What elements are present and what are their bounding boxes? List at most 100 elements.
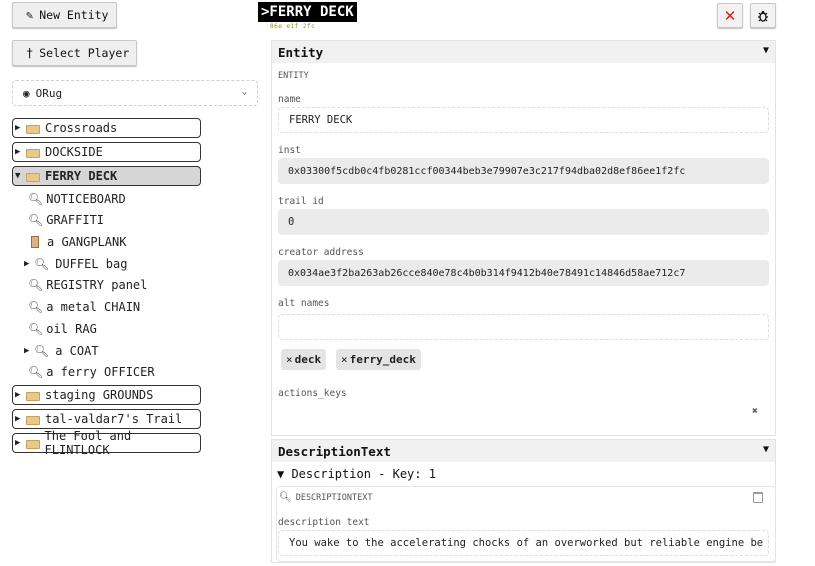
entity-panel-header[interactable]: Entity ▼	[272, 41, 775, 63]
clear-actions-icon[interactable]: ✖	[752, 406, 758, 417]
tree-item-label: DUFFEL bag	[55, 257, 128, 271]
tree-item-fool[interactable]: ▶ The Fool and FLINTLOCK	[12, 429, 201, 457]
tree-item-label: GRAFFITI	[46, 213, 105, 227]
player-select[interactable]: ◉ ORug ⌄	[12, 80, 258, 106]
description-text-field[interactable]: You wake to the accelerating chocks of a…	[278, 530, 769, 556]
tree-item-staging[interactable]: ▶ staging GROUNDS	[12, 385, 201, 405]
entity-section-label: ENTITY	[278, 71, 309, 81]
tree-item-dockside[interactable]: ▶ DOCKSIDE	[12, 142, 201, 162]
trail-id-value: 0	[288, 216, 295, 228]
new-entity-label: New Entity	[39, 8, 109, 22]
magnifier-icon: 🔍︎	[34, 257, 50, 271]
collapse-triangle-icon: ▼	[15, 171, 21, 181]
tree-item-rag[interactable]: 🔍︎ oil RAG	[28, 320, 97, 338]
chip-label: deck	[294, 353, 322, 366]
tree-item-label: NOTICEBOARD	[46, 192, 126, 206]
inst-field-value: 0x03300f5cdb0c4fb0281ccf00344beb3e79907e…	[288, 165, 686, 177]
tree-item-registry[interactable]: 🔍︎ REGISTRY panel	[28, 276, 147, 294]
door-icon	[31, 236, 39, 248]
description-text-value: You wake to the accelerating chocks of a…	[289, 537, 764, 549]
close-button[interactable]: ✕	[717, 3, 743, 28]
tree-item-label: a ferry OFFICER	[46, 365, 155, 379]
creator-address-value: 0x034ae3f2ba263ab26cce840e78c4b0b314f941…	[288, 267, 686, 279]
magnifier-icon: 🔍︎	[34, 344, 50, 358]
name-label: name	[278, 94, 301, 105]
bug-button[interactable]	[750, 3, 776, 28]
expand-triangle-icon: ▶	[24, 346, 30, 356]
description-panel-header[interactable]: DescriptionText ▼	[272, 440, 775, 462]
magnifier-icon: 🔍︎	[28, 213, 44, 227]
folder-icon	[26, 391, 40, 401]
tree-item-graffiti[interactable]: 🔍︎ GRAFFITI	[28, 211, 104, 229]
expand-triangle-icon: ▶	[15, 438, 21, 448]
tree-item-gangplank[interactable]: a GANGPLANK	[31, 233, 126, 251]
actions-keys-label: actions_keys	[278, 388, 347, 399]
close-icon: ✕	[723, 6, 737, 25]
tree-item-label: a COAT	[55, 344, 99, 358]
inst-label: inst	[278, 145, 301, 156]
chevron-down-icon: ⌄	[241, 87, 247, 97]
panel-title: Entity	[278, 44, 324, 60]
tree-item-label: DOCKSIDE	[45, 145, 103, 159]
description-section-row: 🔍︎ DESCRIPTIONTEXT	[279, 492, 372, 503]
description-section-label: DESCRIPTIONTEXT	[295, 492, 373, 503]
entity-panel: Entity ▼	[271, 40, 776, 436]
tree-item-coat[interactable]: ▶ 🔍︎ a COAT	[24, 342, 99, 360]
description-subheading[interactable]: ▼ Description - Key: 1	[277, 467, 436, 481]
folder-icon	[26, 148, 40, 158]
folder-icon	[26, 124, 40, 134]
trail-id-field: 0	[278, 209, 769, 235]
name-field[interactable]: FERRY DECK	[278, 107, 769, 133]
tree-item-label: FERRY DECK	[45, 169, 118, 183]
entity-id-badge: 86e e1f 2fc	[270, 23, 316, 30]
name-field-value: FERRY DECK	[289, 114, 353, 126]
trash-icon[interactable]	[753, 492, 763, 503]
new-entity-button[interactable]: ✎ New Entity	[12, 2, 117, 28]
bug-icon	[758, 10, 768, 22]
folder-icon	[26, 415, 40, 425]
expand-triangle-icon: ▶	[15, 390, 21, 400]
chip-label: ferry_deck	[349, 353, 416, 366]
tree-item-label: Crossroads	[45, 121, 118, 135]
magnifier-icon: 🔍︎	[28, 300, 44, 314]
tree-item-noticeboard[interactable]: 🔍︎ NOTICEBOARD	[28, 190, 126, 208]
collapse-caret-icon: ▼	[762, 45, 769, 56]
expand-triangle-icon: ▶	[15, 123, 21, 133]
remove-chip-icon[interactable]: ×	[341, 353, 348, 366]
remove-chip-icon[interactable]: ×	[286, 353, 293, 366]
alt-names-label: alt names	[278, 298, 330, 309]
magnifier-icon: 🔍︎	[28, 192, 44, 206]
creator-address-label: creator address	[278, 247, 364, 258]
select-player-button[interactable]: † Select Player	[12, 40, 137, 66]
tree-item-label: oil RAG	[46, 322, 97, 336]
collapse-caret-icon: ▼	[762, 444, 769, 455]
tree-item-duffel[interactable]: ▶ 🔍︎ DUFFEL bag	[24, 255, 127, 273]
tree-item-chain[interactable]: 🔍︎ a metal CHAIN	[28, 298, 140, 316]
panel-title: DescriptionText	[278, 443, 391, 459]
eye-icon: ◉	[23, 86, 30, 100]
tree-item-label: a metal CHAIN	[46, 300, 141, 314]
tree-item-ferry-deck[interactable]: ▼ FERRY DECK	[12, 166, 201, 186]
tree-item-officer[interactable]: 🔍︎ a ferry OFFICER	[28, 363, 155, 381]
expand-triangle-icon: ▶	[15, 414, 21, 424]
tree-item-label: The Fool and FLINTLOCK	[44, 429, 132, 457]
magnifier-icon: 🔍︎	[279, 492, 292, 503]
creator-address-field: 0x034ae3f2ba263ab26cce840e78c4b0b314f941…	[278, 260, 769, 286]
expand-triangle-icon: ▶	[24, 259, 30, 269]
tree-item-trail[interactable]: ▶ tal-valdar7's Trail	[12, 409, 201, 429]
magnifier-icon: 🔍︎	[28, 278, 44, 292]
alt-names-input[interactable]	[278, 314, 769, 340]
folder-icon	[25, 439, 40, 449]
folder-icon	[26, 172, 40, 182]
expand-triangle-icon: ▶	[15, 147, 21, 157]
magnifier-icon: 🔍︎	[28, 365, 44, 379]
tree-item-label: a GANGPLANK	[47, 235, 127, 249]
magnifier-icon: 🔍︎	[28, 322, 44, 336]
alt-name-chip-ferry-deck[interactable]: × ferry_deck	[336, 349, 421, 370]
person-icon: †	[26, 46, 34, 60]
description-text-label: description text	[278, 517, 370, 528]
page-title: >FERRY DECK	[258, 2, 357, 22]
tree-item-crossroads[interactable]: ▶ Crossroads	[12, 118, 201, 138]
tree-item-label: tal-valdar7's Trail	[45, 412, 183, 426]
alt-name-chip-deck[interactable]: × deck	[281, 349, 327, 370]
